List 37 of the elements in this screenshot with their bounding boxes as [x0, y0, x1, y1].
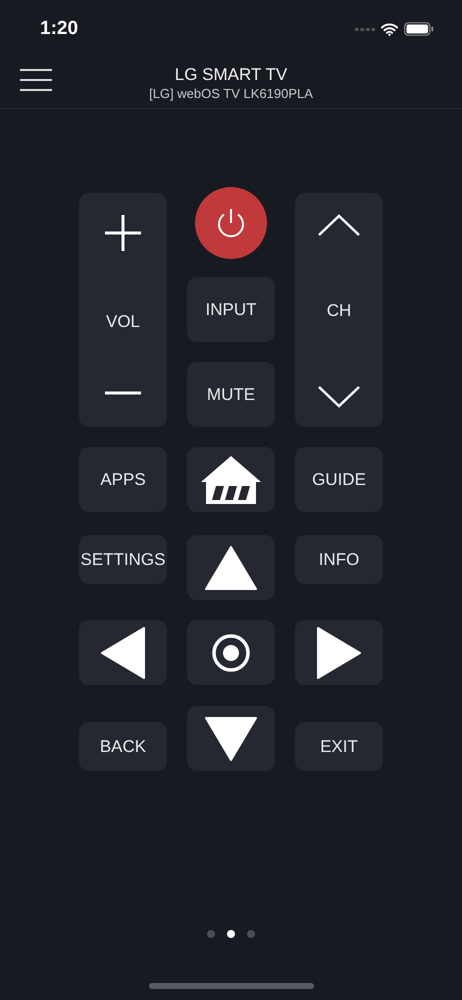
remote-button[interactable]: GUIDE — [295, 447, 383, 512]
remote-button[interactable]: EXIT — [295, 722, 383, 771]
remote-button[interactable]: APPS — [79, 447, 167, 512]
page-dot[interactable] — [227, 930, 235, 938]
battery-icon — [404, 22, 434, 36]
ok-icon — [211, 632, 251, 672]
remote-button[interactable]: MUTE — [187, 362, 275, 427]
chevron-up-icon[interactable] — [317, 213, 361, 237]
chevron-down-icon[interactable] — [317, 385, 361, 409]
page-dot[interactable] — [247, 930, 255, 938]
plus-icon[interactable] — [103, 213, 143, 253]
ok-button[interactable] — [187, 620, 275, 685]
home-button[interactable] — [187, 447, 275, 512]
triangle-up-icon — [204, 544, 258, 590]
device-name: [LG] webOS TV LK6190PLA — [149, 86, 313, 101]
status-time: 1:20 — [40, 18, 78, 40]
power-icon — [216, 207, 246, 239]
house-icon — [200, 454, 262, 506]
remote-button[interactable]: INFO — [295, 535, 383, 584]
remote-button[interactable]: SETTINGS — [79, 535, 167, 584]
signal-icon — [355, 26, 375, 32]
left-button[interactable] — [79, 620, 167, 685]
remote-button[interactable]: INPUT — [187, 277, 275, 342]
remote-button[interactable]: BACK — [79, 722, 167, 771]
triangle-left-icon — [100, 626, 146, 680]
rocker-label: CH — [326, 301, 352, 321]
menu-icon[interactable] — [20, 69, 52, 91]
down-button[interactable] — [187, 706, 275, 771]
up-button[interactable] — [187, 535, 275, 600]
wifi-icon — [381, 22, 398, 36]
rocker-label: VOL — [106, 312, 140, 332]
minus-icon[interactable] — [105, 391, 141, 395]
tv-title: LG SMART TV — [174, 65, 288, 85]
triangle-down-icon — [204, 716, 258, 762]
triangle-right-icon — [316, 626, 362, 680]
right-button[interactable] — [295, 620, 383, 685]
page-dot[interactable] — [207, 930, 215, 938]
